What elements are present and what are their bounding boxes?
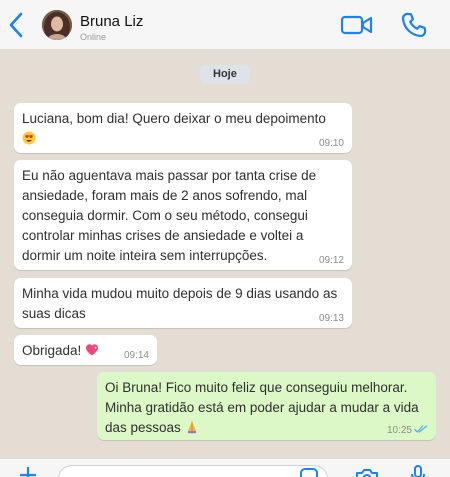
- message-time: 10:25: [387, 424, 428, 437]
- plus-icon[interactable]: [20, 467, 36, 477]
- sparkling-heart-emoji-icon: [86, 344, 99, 356]
- message-time: 09:10: [318, 138, 344, 149]
- heart-eyes-emoji-icon: [22, 131, 36, 145]
- read-receipt-icon: [414, 425, 428, 433]
- folded-hands-emoji-icon: [187, 421, 197, 434]
- phone-icon[interactable]: [400, 11, 428, 39]
- avatar[interactable]: [42, 10, 72, 40]
- message-time: 09:14: [123, 350, 149, 361]
- message-bubble-outgoing[interactable]: Oi Bruna! Fico muito feliz que conseguiu…: [97, 372, 436, 440]
- chevron-left-icon[interactable]: [6, 11, 26, 39]
- message-list[interactable]: Hoje Luciana, bom dia! Quero deixar o me…: [0, 50, 450, 458]
- message-bubble-incoming[interactable]: Luciana, bom dia! Quero deixar o meu dep…: [14, 103, 352, 153]
- message-text: Minha vida mudou muito depois de 9 dias …: [22, 286, 338, 321]
- message-text: Oi Bruna! Fico muito feliz que conseguiu…: [105, 380, 419, 435]
- message-bubble-incoming[interactable]: Eu não aguentava mais passar por tanta c…: [14, 160, 352, 270]
- message-text: Eu não aguentava mais passar por tanta c…: [22, 168, 317, 263]
- message-bubble-incoming[interactable]: Obrigada! 09:14: [14, 335, 157, 365]
- date-separator: Hoje: [200, 65, 250, 84]
- message-composer: [0, 458, 450, 477]
- message-input[interactable]: [58, 465, 328, 477]
- message-time: 09:13: [318, 313, 344, 324]
- contact-status: Online: [80, 32, 107, 42]
- camera-icon[interactable]: [355, 468, 379, 477]
- message-text: Obrigada!: [22, 343, 82, 358]
- message-time: 09:12: [318, 255, 344, 266]
- message-bubble-incoming[interactable]: Minha vida mudou muito depois de 9 dias …: [14, 278, 352, 328]
- sticker-icon[interactable]: [300, 468, 318, 477]
- video-camera-icon[interactable]: [340, 13, 373, 37]
- message-text: Luciana, bom dia! Quero deixar o meu dep…: [22, 111, 326, 126]
- contact-name[interactable]: Bruna Liz: [80, 13, 143, 30]
- chat-header: Bruna Liz Online: [0, 0, 450, 50]
- microphone-icon[interactable]: [410, 465, 426, 477]
